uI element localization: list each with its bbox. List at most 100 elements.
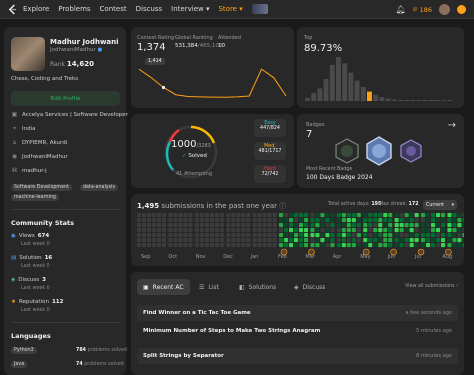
heatmap-cell bbox=[457, 218, 462, 223]
heatmap-cell bbox=[394, 228, 399, 233]
heatmap-cell bbox=[147, 223, 152, 228]
skill-tag[interactable]: machine-learning bbox=[11, 194, 59, 201]
heatmap-cell bbox=[325, 243, 330, 248]
heatmap-cell bbox=[399, 243, 404, 248]
info-website[interactable]: ⌘ madhur-j bbox=[11, 167, 47, 174]
heatmap-cell bbox=[373, 223, 378, 228]
heatmap-cell bbox=[272, 238, 277, 243]
heatmap-cell bbox=[315, 223, 320, 228]
heatmap-cell bbox=[214, 243, 219, 248]
chevron-right-icon: › bbox=[456, 284, 458, 289]
heatmap-cell bbox=[457, 228, 462, 233]
distribution-bar bbox=[367, 91, 372, 101]
discuss-icon: ◈ bbox=[11, 277, 16, 283]
heatmap-cell bbox=[236, 213, 241, 218]
premium-icon[interactable] bbox=[457, 5, 466, 14]
nav-interview[interactable]: Interview ▾ bbox=[171, 5, 209, 13]
heatmap-cell bbox=[142, 238, 147, 243]
skill-tag[interactable]: data-analysis bbox=[80, 184, 118, 191]
heatmap-cell bbox=[462, 228, 464, 233]
heatmap-cell bbox=[441, 243, 446, 248]
heatmap-cell bbox=[157, 223, 162, 228]
heatmap-cell bbox=[162, 233, 167, 238]
heatmap-cell bbox=[294, 223, 299, 228]
heatmap-cell bbox=[294, 228, 299, 233]
distribution-bar bbox=[373, 94, 379, 101]
chevron-down-icon: ▾ bbox=[205, 5, 210, 13]
heatmap-cell bbox=[231, 228, 236, 233]
tab-list[interactable]: ☰ List bbox=[193, 279, 225, 295]
heatmap-cell bbox=[162, 238, 167, 243]
submission-row[interactable]: Minimum Number of Steps to Make Two Stri… bbox=[137, 323, 458, 339]
heatmap-cell bbox=[284, 213, 289, 218]
tab-solutions[interactable]: ◧ Solutions bbox=[233, 279, 282, 295]
heatmap-cell bbox=[199, 223, 204, 228]
heatmap-cell bbox=[231, 223, 236, 228]
heatmap-cell bbox=[267, 233, 272, 238]
heatmap-cell bbox=[289, 218, 294, 223]
distribution-bar bbox=[348, 72, 354, 101]
tab-label: Recent AC bbox=[152, 283, 184, 291]
submission-row[interactable]: Find Winner on a Tic Tac Toe Game a few s… bbox=[137, 305, 458, 321]
streak-counter[interactable]: 🔥︎ 186 bbox=[413, 5, 432, 14]
heatmap-cell bbox=[188, 233, 193, 238]
heatmap-cell bbox=[178, 228, 183, 233]
skill-tag[interactable]: Software Development bbox=[11, 184, 72, 191]
view-all-submissions-link[interactable]: View all submissions › bbox=[405, 284, 458, 289]
heatmap-cell bbox=[320, 233, 325, 238]
heatmap-cell bbox=[315, 243, 320, 248]
language-count-suffix: problems solved bbox=[87, 348, 128, 353]
stat-solution-sub: Last week 0 bbox=[21, 264, 50, 269]
heatmap-cell bbox=[436, 233, 441, 238]
edit-profile-button[interactable]: Edit Profile bbox=[11, 91, 120, 106]
heatmap-cell bbox=[436, 223, 441, 228]
heatmap-cell bbox=[315, 238, 320, 243]
link-icon: ⌘ bbox=[11, 167, 18, 174]
discuss-icon: ◈ bbox=[294, 283, 299, 291]
heatmap-cell bbox=[142, 218, 147, 223]
heatmap-cell bbox=[431, 238, 436, 243]
heatmap-cell bbox=[178, 213, 183, 218]
heatmap-cell bbox=[214, 228, 219, 233]
event-thumbnail[interactable] bbox=[251, 4, 268, 14]
tab-recent-ac[interactable]: ▣ Recent AC bbox=[137, 279, 190, 295]
heatmap-cell bbox=[272, 233, 277, 238]
monthly-badge-icon bbox=[417, 248, 425, 256]
list-icon: ☰ bbox=[199, 283, 205, 291]
heatmap-cell bbox=[336, 238, 341, 243]
heatmap-cell bbox=[368, 243, 373, 248]
language-count-value: 74 bbox=[76, 362, 83, 367]
heatmap-cell bbox=[346, 213, 351, 218]
heatmap-cell bbox=[241, 223, 246, 228]
heatmap-cell bbox=[452, 213, 457, 218]
nav-contest[interactable]: Contest bbox=[100, 5, 127, 13]
stat-delta: 0 bbox=[46, 264, 50, 269]
nav-explore[interactable]: Explore bbox=[23, 5, 49, 13]
nav-problems[interactable]: Problems bbox=[58, 5, 90, 13]
nav-store[interactable]: Store ▾ bbox=[218, 5, 242, 13]
heatmap-cell bbox=[272, 213, 277, 218]
view-all-label: View all submissions bbox=[405, 284, 455, 289]
tab-discuss[interactable]: ◈ Discuss bbox=[288, 279, 331, 295]
heatmap-cell bbox=[310, 238, 315, 243]
distribution-bar bbox=[311, 93, 317, 101]
heatmap-cell bbox=[173, 233, 178, 238]
notification-bell-icon[interactable]: 🔔︎ bbox=[396, 5, 406, 14]
leetcode-logo-icon[interactable] bbox=[8, 3, 17, 15]
heatmap-cell bbox=[241, 213, 246, 218]
nav-discuss[interactable]: Discuss bbox=[136, 5, 163, 13]
heatmap-cell bbox=[310, 233, 315, 238]
heatmap-cell bbox=[368, 223, 373, 228]
heatmap-cell bbox=[394, 243, 399, 248]
heatmap-cell bbox=[330, 243, 335, 248]
info-github[interactable]: ◉ JodhwaniMadhur bbox=[11, 153, 68, 160]
nav-right: 🔔︎ 🔥︎ 186 bbox=[396, 0, 466, 19]
submission-row[interactable]: Split Strings by Separator 8 minutes ago bbox=[137, 348, 458, 364]
distribution-bar bbox=[435, 100, 441, 101]
heatmap-cell bbox=[441, 213, 446, 218]
heatmap-cell bbox=[399, 213, 404, 218]
user-avatar[interactable] bbox=[439, 4, 450, 15]
arrow-right-icon[interactable]: → bbox=[448, 120, 456, 131]
tab-label: List bbox=[208, 283, 219, 291]
heatmap-cell bbox=[257, 213, 262, 218]
